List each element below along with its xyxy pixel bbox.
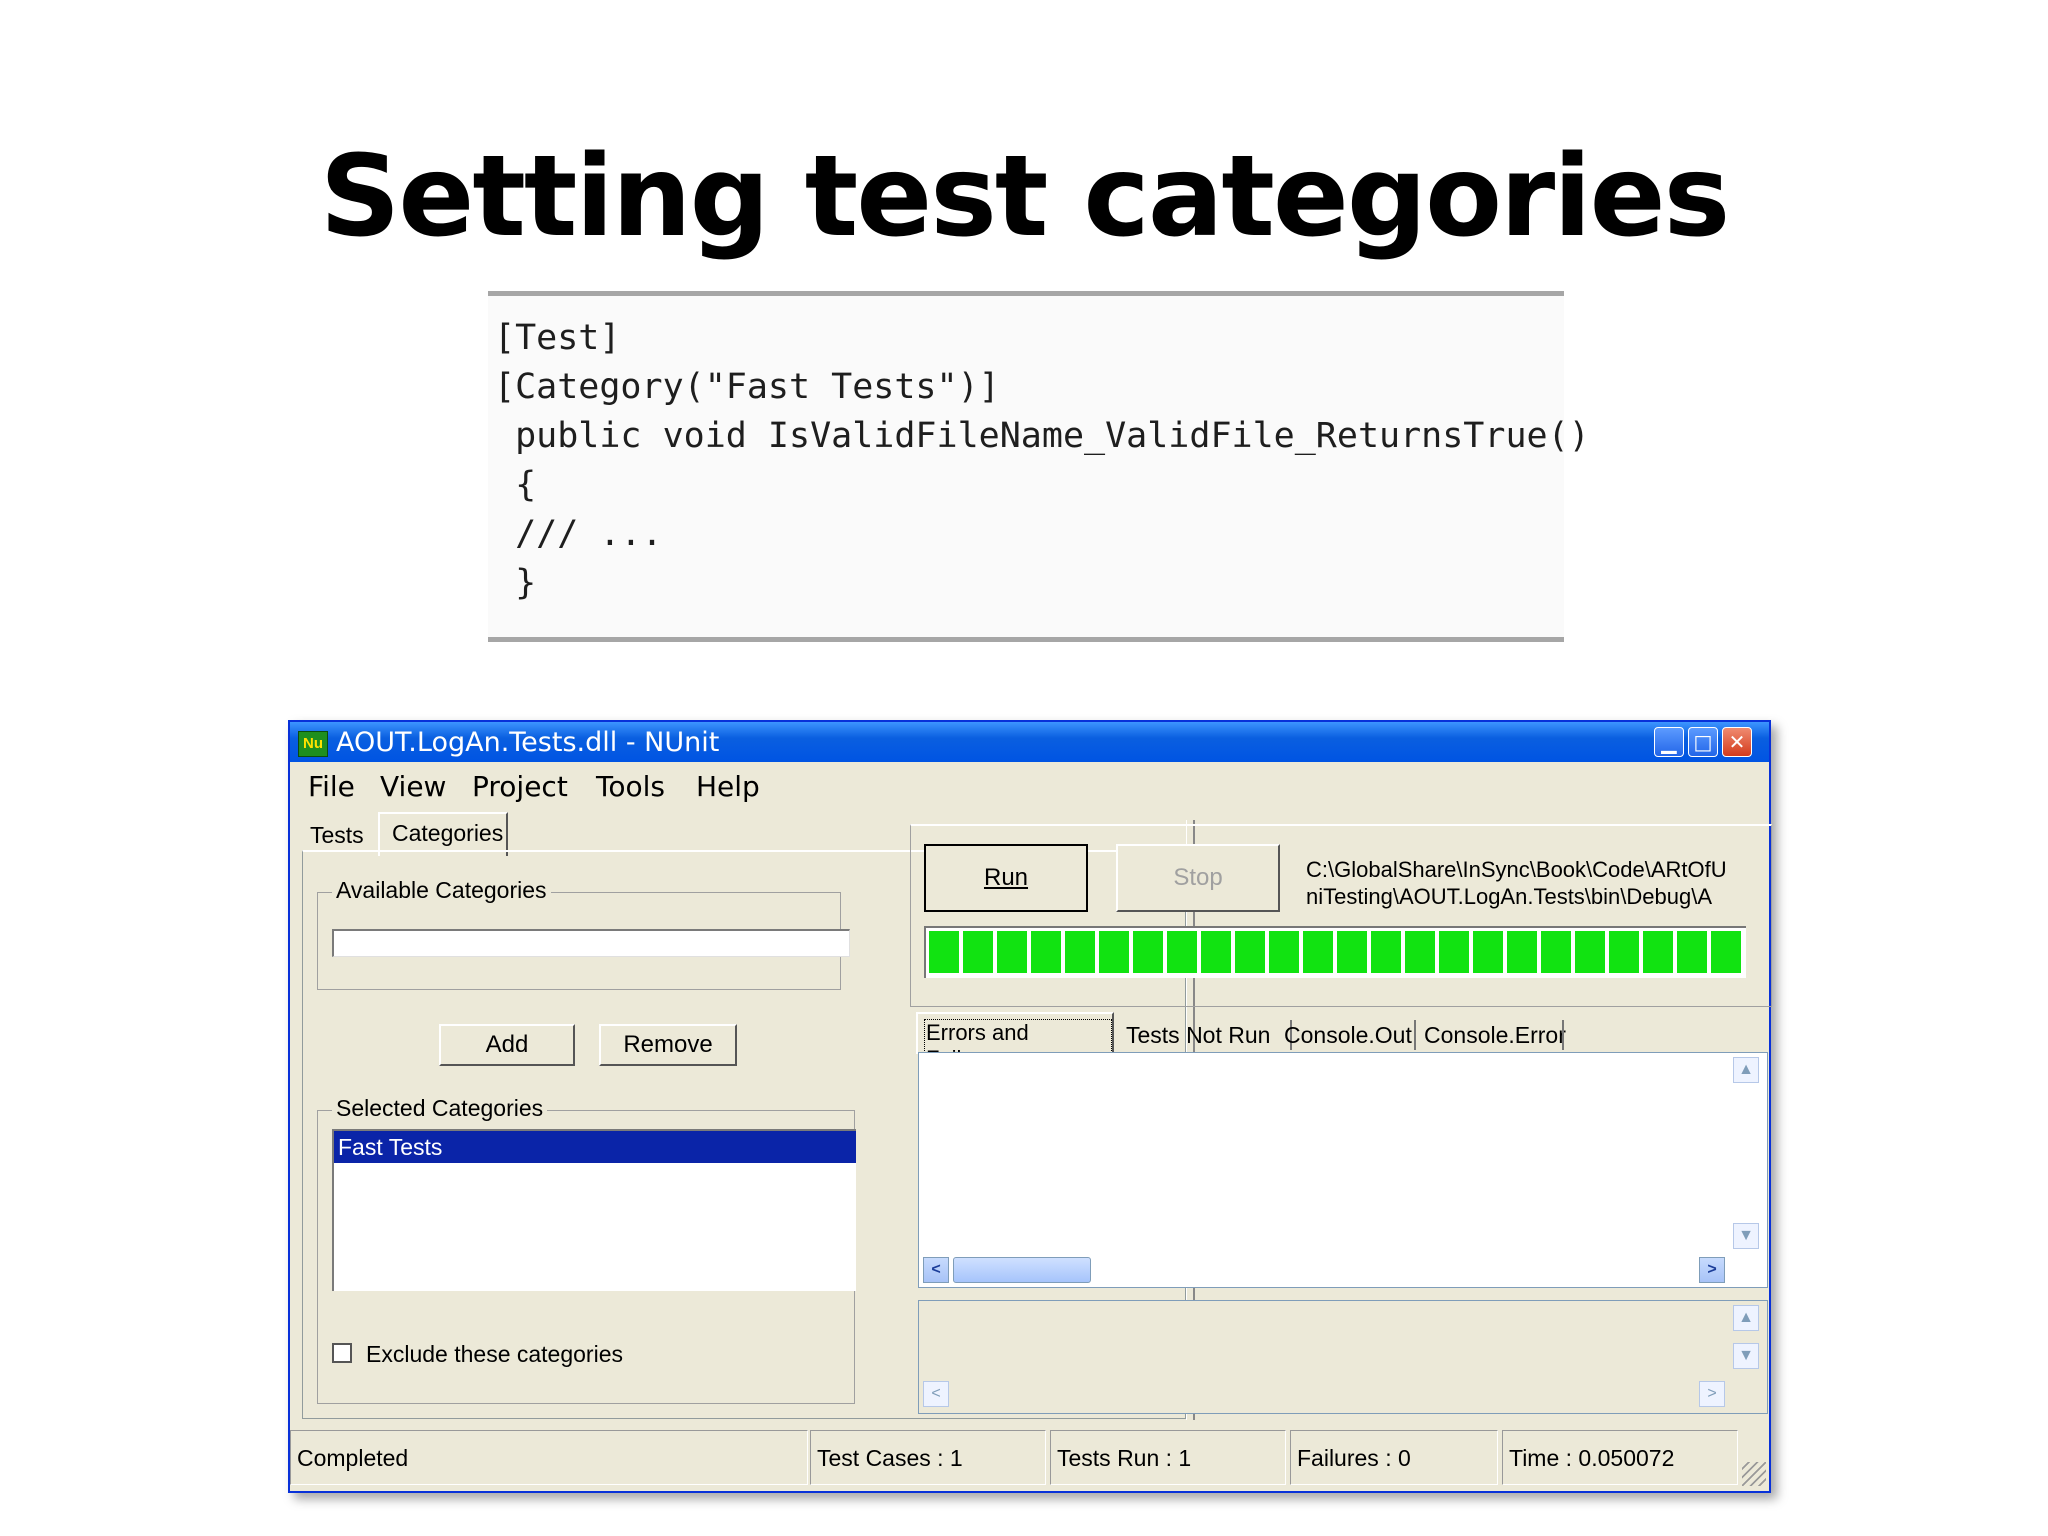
slide-title: Setting test categories bbox=[319, 132, 1731, 262]
title-bar[interactable]: Nu AOUT.LogAn.Tests.dll - NUnit ▁ □ ✕ bbox=[290, 722, 1769, 762]
scroll-right-icon[interactable]: > bbox=[1699, 1257, 1725, 1283]
progress-segment bbox=[1269, 931, 1299, 973]
progress-segment bbox=[963, 931, 993, 973]
close-icon[interactable]: ✕ bbox=[1722, 727, 1752, 757]
scroll-down-icon[interactable]: ▼ bbox=[1733, 1223, 1759, 1249]
tab-console-out[interactable]: Console.Out bbox=[1284, 1022, 1412, 1049]
code-block: [Test] [Category("Fast Tests")] public v… bbox=[488, 291, 1590, 642]
tab-tests[interactable]: Tests bbox=[310, 822, 364, 849]
progress-segment bbox=[1575, 931, 1605, 973]
selected-categories-label: Selected Categories bbox=[332, 1095, 548, 1122]
available-categories-label: Available Categories bbox=[332, 877, 551, 904]
progress-segment bbox=[1133, 931, 1163, 973]
scroll-left-icon[interactable]: < bbox=[923, 1257, 949, 1283]
progress-segment bbox=[1711, 931, 1741, 973]
resize-grip-icon[interactable] bbox=[1742, 1462, 1766, 1486]
errors-and-failures-box[interactable]: ▲ ▼ < > bbox=[918, 1052, 1768, 1288]
menu-help[interactable]: Help bbox=[696, 770, 760, 803]
progress-segment bbox=[1643, 931, 1673, 973]
status-time: Time : 0.050072 bbox=[1502, 1430, 1738, 1485]
code-line: [Test] bbox=[494, 318, 621, 358]
status-tests-run: Tests Run : 1 bbox=[1050, 1430, 1286, 1485]
progress-segment bbox=[929, 931, 959, 973]
progress-segment bbox=[1371, 931, 1401, 973]
remove-button[interactable]: Remove bbox=[599, 1024, 737, 1066]
horizontal-scroll-thumb[interactable] bbox=[953, 1257, 1091, 1283]
scroll-down-icon[interactable]: ▼ bbox=[1733, 1343, 1759, 1369]
tab-categories-label: Categories bbox=[392, 820, 504, 846]
menu-bar: File View Project Tools Help bbox=[290, 764, 1769, 803]
code-line: public void IsValidFileName_ValidFile_Re… bbox=[494, 416, 1590, 456]
menu-view[interactable]: View bbox=[380, 770, 446, 803]
progress-segment bbox=[1065, 931, 1095, 973]
progress-segment bbox=[1337, 931, 1367, 973]
exclude-categories-label: Exclude these categories bbox=[366, 1341, 623, 1367]
progress-bar bbox=[924, 926, 1746, 978]
progress-segment bbox=[1677, 931, 1707, 973]
code-line: } bbox=[494, 563, 537, 603]
menu-project[interactable]: Project bbox=[472, 770, 568, 803]
stop-button[interactable]: Stop bbox=[1116, 844, 1280, 912]
scroll-up-icon[interactable]: ▲ bbox=[1733, 1305, 1759, 1331]
scroll-left-icon[interactable]: < bbox=[923, 1381, 949, 1407]
available-categories-group: Available Categories bbox=[317, 877, 850, 990]
minimize-icon[interactable]: ▁ bbox=[1654, 727, 1684, 757]
progress-segment bbox=[1201, 931, 1231, 973]
tab-errors-and-failures[interactable]: Errors and Failures bbox=[916, 1012, 1114, 1073]
menu-file[interactable]: File bbox=[308, 770, 355, 803]
progress-segment bbox=[1031, 931, 1061, 973]
progress-segment bbox=[1439, 931, 1469, 973]
stack-trace-box[interactable]: ▲ ▼ < > bbox=[918, 1300, 1768, 1414]
code-line: [Category("Fast Tests")] bbox=[494, 367, 1000, 407]
selected-categories-list[interactable]: Fast Tests bbox=[332, 1129, 856, 1291]
status-bar: Completed Test Cases : 1 Tests Run : 1 F… bbox=[290, 1422, 1769, 1495]
progress-segment bbox=[1507, 931, 1537, 973]
scroll-right-icon[interactable]: > bbox=[1699, 1381, 1725, 1407]
progress-segment bbox=[1473, 931, 1503, 973]
progress-segment bbox=[1099, 931, 1129, 973]
assembly-path-line2: niTesting\AOUT.LogAn.Tests\bin\Debug\A bbox=[1306, 884, 1713, 909]
progress-segment bbox=[997, 931, 1027, 973]
progress-segment bbox=[1541, 931, 1571, 973]
tab-tests-not-run[interactable]: Tests Not Run bbox=[1126, 1022, 1270, 1049]
tab-console-error[interactable]: Console.Error bbox=[1424, 1022, 1566, 1049]
add-button[interactable]: Add bbox=[439, 1024, 575, 1066]
menu-tools[interactable]: Tools bbox=[596, 770, 665, 803]
window-title: AOUT.LogAn.Tests.dll - NUnit bbox=[336, 727, 720, 758]
progress-segment bbox=[1303, 931, 1333, 973]
status-failures: Failures : 0 bbox=[1290, 1430, 1498, 1485]
run-button[interactable]: Run bbox=[924, 844, 1088, 912]
nunit-window: Nu AOUT.LogAn.Tests.dll - NUnit ▁ □ ✕ Fi… bbox=[288, 720, 1772, 1495]
progress-segment bbox=[1167, 931, 1197, 973]
assembly-path-line1: C:\GlobalShare\InSync\Book\Code\ARtOfU bbox=[1306, 857, 1727, 882]
progress-segment bbox=[1405, 931, 1435, 973]
code-line: /// ... bbox=[494, 514, 663, 554]
progress-segment bbox=[1235, 931, 1265, 973]
selected-categories-group: Selected Categories Fast Tests Exclude t… bbox=[317, 1095, 856, 1404]
status-state: Completed bbox=[290, 1430, 808, 1485]
tab-separator bbox=[1414, 1020, 1416, 1050]
maximize-icon[interactable]: □ bbox=[1688, 727, 1718, 757]
nunit-app-icon: Nu bbox=[298, 731, 328, 757]
available-categories-input[interactable] bbox=[332, 929, 850, 957]
tab-separator bbox=[1562, 1020, 1564, 1050]
scroll-up-icon[interactable]: ▲ bbox=[1733, 1057, 1759, 1083]
status-test-cases: Test Cases : 1 bbox=[810, 1430, 1046, 1485]
progress-segment bbox=[1609, 931, 1639, 973]
list-item[interactable]: Fast Tests bbox=[334, 1131, 856, 1163]
exclude-categories-checkbox[interactable] bbox=[332, 1343, 352, 1363]
code-line: { bbox=[494, 465, 537, 505]
